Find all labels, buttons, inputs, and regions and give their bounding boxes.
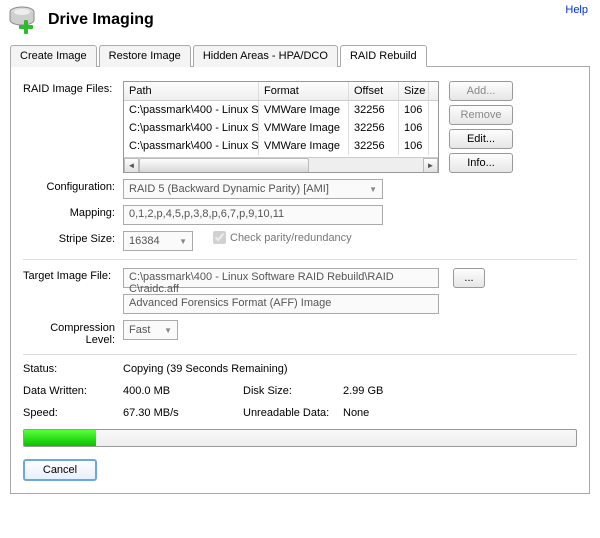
cell-path: C:\passmark\400 - Linux So... xyxy=(124,119,259,137)
compression-dropdown[interactable]: Fast ▼ xyxy=(123,320,178,340)
stripe-value: 16384 xyxy=(129,235,160,247)
scroll-left-button[interactable]: ◄ xyxy=(124,158,139,173)
progress-bar xyxy=(23,429,577,447)
table-header: Path Format Offset Size xyxy=(124,82,438,101)
col-path[interactable]: Path xyxy=(124,82,259,100)
header: Drive Imaging Help xyxy=(0,0,600,44)
check-parity-input[interactable] xyxy=(213,231,226,244)
col-format[interactable]: Format xyxy=(259,82,349,100)
check-parity-label: Check parity/redundancy xyxy=(230,232,352,244)
unreadable-value: None xyxy=(343,407,483,419)
cell-size: 106 xyxy=(399,119,429,137)
remove-button[interactable]: Remove xyxy=(449,105,513,125)
tab-create-image[interactable]: Create Image xyxy=(10,45,97,67)
col-size[interactable]: Size xyxy=(399,82,429,100)
edit-button[interactable]: Edit... xyxy=(449,129,513,149)
chevron-down-icon: ▼ xyxy=(164,326,172,335)
cell-offset: 32256 xyxy=(349,119,399,137)
tabs: Create Image Restore Image Hidden Areas … xyxy=(10,44,590,67)
disk-size-value: 2.99 GB xyxy=(343,385,483,397)
mapping-label: Mapping: xyxy=(23,205,123,219)
scroll-track[interactable] xyxy=(139,158,423,173)
cell-offset: 32256 xyxy=(349,101,399,119)
table-row[interactable]: C:\passmark\400 - Linux So...VMWare Imag… xyxy=(124,137,438,155)
col-offset[interactable]: Offset xyxy=(349,82,399,100)
disk-size-label: Disk Size: xyxy=(243,385,343,397)
help-link[interactable]: Help xyxy=(565,4,588,16)
cell-format: VMWare Image xyxy=(259,137,349,155)
tab-raid-rebuild[interactable]: RAID Rebuild xyxy=(340,45,427,67)
target-type-field: Advanced Forensics Format (AFF) Image xyxy=(123,294,439,314)
drive-imaging-icon xyxy=(8,4,40,36)
add-button[interactable]: Add... xyxy=(449,81,513,101)
separator xyxy=(23,259,577,260)
browse-button[interactable]: ... xyxy=(453,268,485,288)
cell-format: VMWare Image xyxy=(259,119,349,137)
table-row[interactable]: C:\passmark\400 - Linux So...VMWare Imag… xyxy=(124,119,438,137)
config-value: RAID 5 (Backward Dynamic Parity) [AMI] xyxy=(129,183,329,195)
speed-label: Speed: xyxy=(23,407,123,419)
config-dropdown[interactable]: RAID 5 (Backward Dynamic Parity) [AMI] ▼ xyxy=(123,179,383,199)
config-label: Configuration: xyxy=(23,179,123,193)
comp-label: Compression Level: xyxy=(23,320,123,346)
raid-files-label: RAID Image Files: xyxy=(23,81,123,95)
chevron-down-icon: ▼ xyxy=(369,185,377,194)
status-value: Copying (39 Seconds Remaining) xyxy=(123,363,483,375)
table-row[interactable]: C:\passmark\400 - Linux So...VMWare Imag… xyxy=(124,101,438,119)
cancel-button[interactable]: Cancel xyxy=(23,459,97,481)
tab-restore-image[interactable]: Restore Image xyxy=(99,45,191,67)
progress-fill xyxy=(24,430,96,446)
cell-size: 106 xyxy=(399,101,429,119)
cell-path: C:\passmark\400 - Linux So... xyxy=(124,101,259,119)
panel: RAID Image Files: Path Format Offset Siz… xyxy=(10,67,590,494)
scroll-thumb[interactable] xyxy=(139,158,309,173)
raid-files-table[interactable]: Path Format Offset Size C:\passmark\400 … xyxy=(123,81,439,173)
cell-offset: 32256 xyxy=(349,137,399,155)
cell-path: C:\passmark\400 - Linux So... xyxy=(124,137,259,155)
status-label: Status: xyxy=(23,363,123,375)
mapping-field[interactable]: 0,1,2,p,4,5,p,3,8,p,6,7,p,9,10,11 xyxy=(123,205,383,225)
stripe-dropdown[interactable]: 16384 ▼ xyxy=(123,231,193,251)
target-path-field[interactable]: C:\passmark\400 - Linux Software RAID Re… xyxy=(123,268,439,288)
horizontal-scrollbar[interactable]: ◄ ► xyxy=(124,157,438,172)
comp-value: Fast xyxy=(129,324,150,336)
separator xyxy=(23,354,577,355)
check-parity-checkbox[interactable]: Check parity/redundancy xyxy=(213,231,352,244)
cell-size: 106 xyxy=(399,137,429,155)
speed-value: 67.30 MB/s xyxy=(123,407,243,419)
target-label: Target Image File: xyxy=(23,268,123,282)
data-written-label: Data Written: xyxy=(23,385,123,397)
stripe-label: Stripe Size: xyxy=(23,231,123,245)
page-title: Drive Imaging xyxy=(48,11,154,29)
data-written-value: 400.0 MB xyxy=(123,385,243,397)
scroll-right-button[interactable]: ► xyxy=(423,158,438,173)
cell-format: VMWare Image xyxy=(259,101,349,119)
chevron-down-icon: ▼ xyxy=(179,237,187,246)
unreadable-label: Unreadable Data: xyxy=(243,407,343,419)
tab-hidden-areas[interactable]: Hidden Areas - HPA/DCO xyxy=(193,45,338,67)
info-button[interactable]: Info... xyxy=(449,153,513,173)
